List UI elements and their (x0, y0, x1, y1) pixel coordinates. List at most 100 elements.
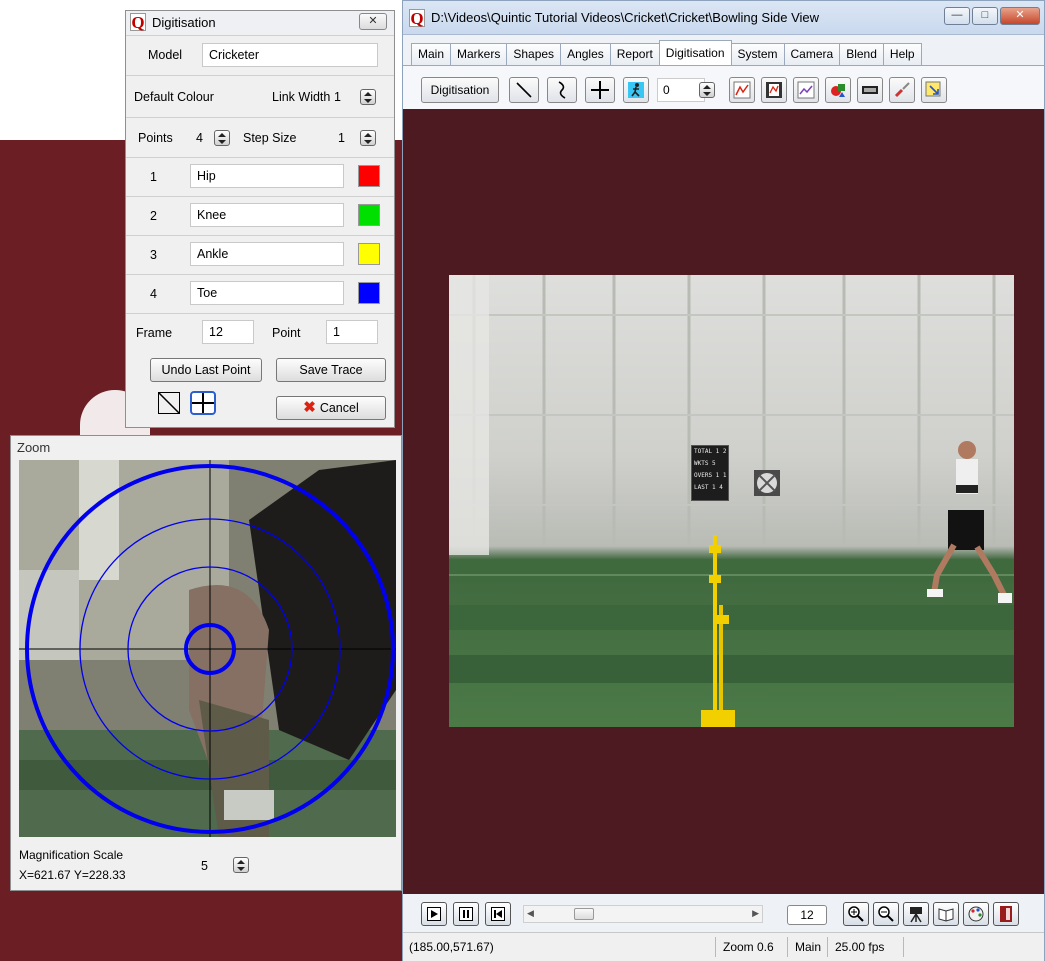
colour-swatch-green[interactable] (358, 204, 380, 226)
line-tool-icon[interactable] (509, 77, 539, 103)
colour-swatch-yellow[interactable] (358, 243, 380, 265)
tab-angles[interactable]: Angles (560, 43, 611, 65)
status-fps: 25.00 fps (835, 940, 885, 954)
tab-blend[interactable]: Blend (839, 43, 884, 65)
exit-door-icon[interactable] (993, 902, 1019, 926)
point-name-input[interactable]: Hip (190, 164, 344, 188)
digitisation-title-bar[interactable]: Q Digitisation (126, 11, 394, 33)
colour-swatch-red[interactable] (358, 165, 380, 187)
zoom-viewport[interactable] (19, 460, 396, 837)
quintic-logo-icon: Q (130, 13, 146, 32)
maximize-button[interactable]: □ (972, 7, 998, 25)
scroll-left-arrow-icon[interactable]: ◀ (527, 908, 534, 919)
crosshair-tool-icon[interactable] (190, 391, 216, 415)
counter-input[interactable]: 0 (657, 78, 705, 102)
play-icon[interactable] (421, 902, 447, 926)
graph-icon[interactable] (729, 77, 755, 103)
status-mode: Main (795, 940, 822, 954)
points-value[interactable]: 4 (196, 131, 203, 145)
point-number: 2 (150, 209, 157, 223)
link-width-spinner-icon[interactable] (360, 89, 376, 105)
main-window: Q D:\Videos\Quintic Tutorial Videos\Cric… (402, 0, 1045, 961)
palette-icon[interactable] (963, 902, 989, 926)
point-row-knee: 2 Knee (126, 196, 394, 235)
point-label: Point (272, 326, 301, 340)
magnification-label: Magnification Scale (19, 848, 124, 862)
colour-row: Default Colour Link Width 1 (126, 75, 394, 117)
counter-spinner-icon[interactable] (699, 82, 715, 98)
digitisation-dialog: Q Digitisation ✕ Model Cricketer Default… (125, 10, 395, 428)
chart-icon[interactable] (793, 77, 819, 103)
minimize-button[interactable]: — (944, 7, 970, 25)
frame-scrollbar[interactable]: ◀ ▶ (523, 905, 763, 923)
video-frame[interactable]: TOTAL 1 2 WKTS 5 OVERS 1 1 LAST 1 4 (449, 275, 1014, 727)
cancel-x-icon: ✖ (303, 399, 316, 416)
frame-input[interactable]: 12 (202, 320, 254, 344)
point-name-input[interactable]: Knee (190, 203, 344, 227)
frame-number-display[interactable]: 12 (787, 905, 827, 925)
tab-main[interactable]: Main (411, 43, 452, 65)
line-tool-icon[interactable] (158, 392, 180, 414)
step-back-icon[interactable] (485, 902, 511, 926)
tab-markers[interactable]: Markers (450, 43, 508, 65)
quintic-logo-icon: Q (409, 8, 425, 28)
default-colour-label: Default Colour (134, 90, 214, 104)
step-size-spinner-icon[interactable] (360, 130, 376, 146)
step-size-label: Step Size (243, 131, 297, 145)
scoreboard-line: LAST 1 4 (694, 484, 723, 491)
pause-icon[interactable] (453, 902, 479, 926)
toolbar: Digitisation 0 (403, 65, 1044, 109)
dialog-title: Digitisation (152, 14, 216, 30)
video-viewer[interactable]: TOTAL 1 2 WKTS 5 OVERS 1 1 LAST 1 4 (403, 109, 1044, 894)
scoreboard-line: OVERS 1 1 (694, 472, 727, 479)
curve-tool-icon[interactable] (547, 77, 577, 103)
zoom-in-icon[interactable] (843, 902, 869, 926)
tab-bar: Main Markers Shapes Angles Report Digiti… (411, 40, 922, 65)
zoom-title-bar[interactable]: Zoom (11, 436, 401, 460)
tab-digitisation[interactable]: Digitisation (658, 40, 732, 65)
model-label: Model (148, 48, 183, 62)
status-bar: (185.00,571.67) Zoom 0.6 Main 25.00 fps (403, 932, 1044, 961)
magnification-value[interactable]: 5 (201, 854, 225, 878)
point-name-input[interactable]: Toe (190, 281, 344, 305)
step-size-value[interactable]: 1 (338, 131, 345, 145)
zoom-coords: X=621.67 Y=228.33 (19, 868, 126, 882)
scoreboard: TOTAL 1 2 WKTS 5 OVERS 1 1 LAST 1 4 (691, 445, 729, 501)
tab-system[interactable]: System (730, 43, 785, 65)
display-icon[interactable] (857, 77, 883, 103)
brush-icon[interactable] (889, 77, 915, 103)
point-name-input[interactable]: Ankle (190, 242, 344, 266)
point-number: 3 (150, 248, 157, 262)
runner-icon[interactable] (623, 77, 649, 103)
book-icon[interactable] (933, 902, 959, 926)
film-graph-icon[interactable] (761, 77, 787, 103)
magnification-spinner-icon[interactable] (233, 857, 249, 873)
tab-report[interactable]: Report (609, 43, 660, 65)
status-zoom: Zoom 0.6 (723, 940, 774, 954)
save-trace-button[interactable]: Save Trace (276, 358, 386, 382)
close-button[interactable]: ✕ (1000, 7, 1040, 25)
main-title-bar[interactable]: Q D:\Videos\Quintic Tutorial Videos\Cric… (403, 1, 1044, 35)
points-label: Points (138, 131, 173, 145)
scroll-thumb[interactable] (574, 908, 594, 920)
link-width-label: Link Width (272, 90, 331, 104)
model-input[interactable]: Cricketer (202, 43, 378, 67)
tab-shapes[interactable]: Shapes (506, 43, 562, 65)
crosshair-tool-icon[interactable] (585, 77, 615, 103)
point-input[interactable]: 1 (326, 320, 378, 344)
export-icon[interactable] (921, 77, 947, 103)
x-icon[interactable]: ✕ (359, 13, 387, 30)
zoom-out-icon[interactable] (873, 902, 899, 926)
tab-camera[interactable]: Camera (783, 43, 841, 65)
undo-last-point-button[interactable]: Undo Last Point (150, 358, 262, 382)
cancel-button[interactable]: ✖ Cancel (276, 396, 386, 420)
camera-tripod-icon[interactable] (903, 902, 929, 926)
scroll-right-arrow-icon[interactable]: ▶ (752, 908, 759, 919)
tab-help[interactable]: Help (882, 43, 922, 65)
link-width-value[interactable]: 1 (334, 90, 341, 104)
colour-swatch-blue[interactable] (358, 282, 380, 304)
model-row: Model Cricketer (126, 35, 394, 75)
points-spinner-icon[interactable] (214, 130, 230, 146)
digitisation-button[interactable]: Digitisation (421, 77, 499, 103)
3d-shapes-icon[interactable] (825, 77, 851, 103)
